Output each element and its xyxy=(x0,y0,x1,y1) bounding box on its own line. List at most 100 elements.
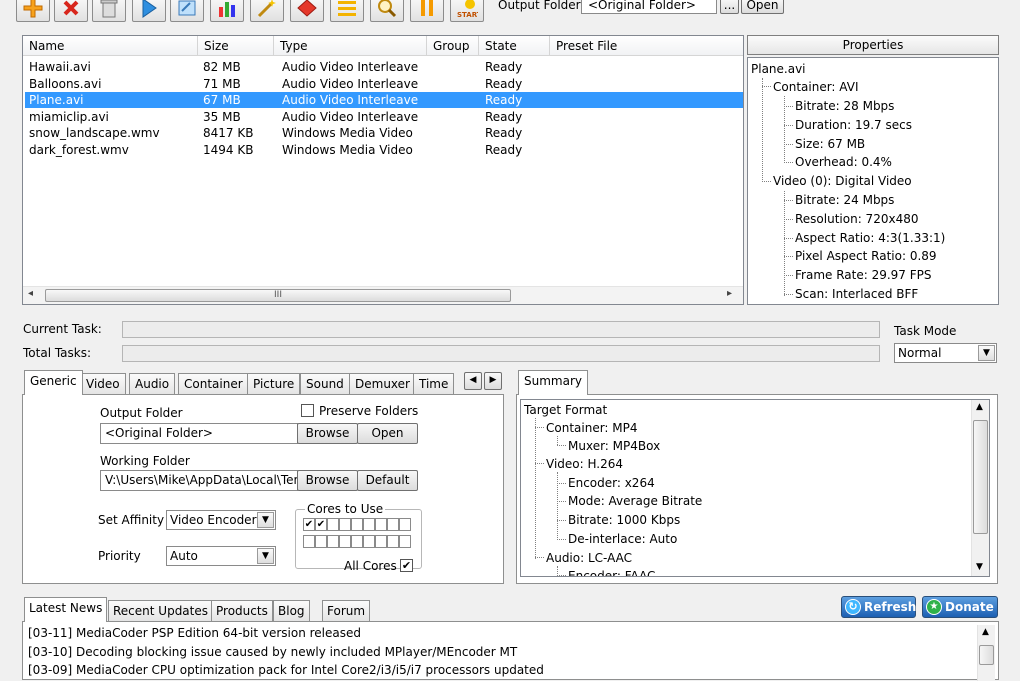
prop-video[interactable]: Video (0): Digital Video xyxy=(773,173,912,189)
tab-video[interactable]: Video xyxy=(80,373,126,394)
donate-button[interactable]: ★ Donate xyxy=(922,596,998,618)
stats-button[interactable] xyxy=(210,0,244,22)
news-item[interactable]: [03-09] MediaCoder CPU optimization pack… xyxy=(28,663,544,677)
summary-video-item[interactable]: Encoder: x264 xyxy=(568,475,655,491)
core-checkbox[interactable] xyxy=(327,535,339,548)
tab-picture[interactable]: Picture xyxy=(247,373,301,394)
core-checkbox[interactable] xyxy=(327,518,339,531)
refresh-button[interactable]: ↻ Refresh xyxy=(841,596,916,618)
gen-browse-button[interactable]: Browse xyxy=(297,423,358,444)
core-checkbox[interactable] xyxy=(339,518,351,531)
search-button[interactable] xyxy=(370,0,404,22)
scroll-up-arrow-icon[interactable]: ▲ xyxy=(982,627,989,637)
tab-audio[interactable]: Audio xyxy=(129,373,176,394)
summary-video-item[interactable]: Bitrate: 1000 Kbps xyxy=(568,512,680,528)
news-vscrollbar[interactable]: ▲ xyxy=(977,625,995,681)
tab-sound[interactable]: Sound xyxy=(300,373,350,394)
dropdown-arrow-icon[interactable]: ▼ xyxy=(257,512,274,528)
core-checkbox[interactable] xyxy=(339,535,351,548)
prop-video-item[interactable]: Scan: Interlaced BFF xyxy=(795,286,918,302)
tools-button[interactable] xyxy=(290,0,324,22)
tab-recent-updates[interactable]: Recent Updates xyxy=(108,600,213,621)
hscroll-thumb[interactable]: III xyxy=(45,289,511,302)
file-row[interactable]: Balloons.avi 71 MB Audio Video Interleave R… xyxy=(25,76,743,92)
tab-time[interactable]: Time xyxy=(413,373,455,394)
open-folder-button[interactable]: Open xyxy=(741,0,784,14)
summary-video-item[interactable]: Mode: Average Bitrate xyxy=(568,493,702,509)
wizard-button[interactable] xyxy=(250,0,284,22)
gen-output-folder-field[interactable]: <Original Folder> xyxy=(100,423,298,444)
file-row[interactable]: snow_landscape.wmv 8417 KB Windows Media V… xyxy=(25,125,743,141)
prop-video-item[interactable]: Aspect Ratio: 4:3(1.33:1) xyxy=(795,230,945,246)
properties-tree[interactable]: Plane.avi Container: AVI Bitrate: 28 Mbp… xyxy=(747,57,999,305)
working-default-button[interactable]: Default xyxy=(357,470,418,491)
core-checkbox[interactable] xyxy=(351,518,363,531)
remove-button[interactable] xyxy=(54,0,88,22)
prop-video-item[interactable]: Frame Rate: 29.97 FPS xyxy=(795,267,932,283)
column-type[interactable]: Type xyxy=(274,36,427,56)
core-checkbox[interactable] xyxy=(399,535,411,548)
tab-generic[interactable]: Generic xyxy=(24,370,83,395)
column-state[interactable]: State xyxy=(479,36,550,56)
file-row[interactable]: Hawaii.avi 82 MB Audio Video Interleave Rea… xyxy=(25,59,743,75)
prop-video-item[interactable]: Resolution: 720x480 xyxy=(795,211,918,227)
tab-latest-news[interactable]: Latest News xyxy=(24,597,108,622)
summary-audio[interactable]: Audio: LC-AAC xyxy=(546,550,632,566)
prop-container-item[interactable]: Bitrate: 28 Mbps xyxy=(795,98,894,114)
task-mode-select[interactable]: Normal ▼ xyxy=(894,343,997,363)
scroll-left-arrow-icon[interactable]: ◂ xyxy=(28,288,33,299)
core-checkbox[interactable] xyxy=(315,535,327,548)
file-list-hscrollbar[interactable]: ◂ III ▸ xyxy=(23,286,743,304)
start-button[interactable]: START xyxy=(450,0,484,22)
scroll-right-arrow-icon[interactable]: ▸ xyxy=(727,288,732,299)
core-checkbox[interactable] xyxy=(375,535,387,548)
column-preset-file[interactable]: Preset File xyxy=(550,36,743,56)
core-checkbox[interactable] xyxy=(387,535,399,548)
prop-container-item[interactable]: Size: 67 MB xyxy=(795,136,865,152)
news-item[interactable]: [03-10] Decoding blocking issue caused b… xyxy=(28,645,517,659)
prop-container-item[interactable]: Duration: 19.7 secs xyxy=(795,117,912,133)
gen-open-button[interactable]: Open xyxy=(357,423,418,444)
column-group[interactable]: Group xyxy=(427,36,479,56)
output-folder-field[interactable]: <Original Folder> xyxy=(581,0,717,14)
summary-scroll-thumb[interactable] xyxy=(973,420,988,534)
file-row[interactable]: Plane.avi 67 MB Audio Video Interleave Read… xyxy=(25,92,743,108)
summary-container[interactable]: Container: MP4 xyxy=(546,420,638,436)
working-browse-button[interactable]: Browse xyxy=(297,470,358,491)
scroll-up-arrow-icon[interactable]: ▲ xyxy=(976,402,983,412)
news-item[interactable]: [03-11] MediaCoder PSP Edition 64-bit ve… xyxy=(28,626,361,640)
browse-folder-button[interactable]: ... xyxy=(720,0,739,14)
dropdown-arrow-icon[interactable]: ▼ xyxy=(257,548,274,564)
column-size[interactable]: Size xyxy=(198,36,274,56)
file-list[interactable]: Name Size Type Group State Preset File H… xyxy=(22,35,744,305)
core-checkbox[interactable] xyxy=(387,518,399,531)
core-checkbox[interactable] xyxy=(363,518,375,531)
summary-tree[interactable]: Target Format Container: MP4 Muxer: MP4B… xyxy=(520,399,990,577)
core-checkbox[interactable] xyxy=(375,518,387,531)
summary-audio-encoder[interactable]: Encoder: FAAC xyxy=(568,568,655,576)
tab-forum[interactable]: Forum xyxy=(322,600,371,621)
core-checkbox[interactable] xyxy=(303,535,315,548)
file-row[interactable]: miamiclip.avi 35 MB Audio Video Interleave… xyxy=(25,109,743,125)
summary-video[interactable]: Video: H.264 xyxy=(546,456,623,472)
tab-container[interactable]: Container xyxy=(178,373,249,394)
summary-vscrollbar[interactable]: ▲ ▼ xyxy=(971,400,989,576)
preserve-folders-checkbox[interactable] xyxy=(301,404,314,417)
summary-root[interactable]: Target Format xyxy=(524,402,607,418)
news-scroll-thumb[interactable] xyxy=(979,645,994,665)
working-folder-field[interactable]: V:\Users\Mike\AppData\Local\Tem xyxy=(100,470,298,491)
list-button[interactable] xyxy=(330,0,364,22)
tab-summary[interactable]: Summary xyxy=(518,370,588,395)
prop-root[interactable]: Plane.avi xyxy=(751,61,806,77)
dropdown-arrow-icon[interactable]: ▼ xyxy=(978,345,995,361)
open-button[interactable] xyxy=(170,0,204,22)
file-row[interactable]: dark_forest.wmv 1494 KB Windows Media Vide… xyxy=(25,142,743,158)
prop-container[interactable]: Container: AVI xyxy=(773,79,858,95)
pause-button[interactable] xyxy=(410,0,444,22)
prop-video-item[interactable]: Pixel Aspect Ratio: 0.89 xyxy=(795,248,937,264)
core-checkbox[interactable] xyxy=(363,535,375,548)
tab-blog[interactable]: Blog xyxy=(273,600,310,621)
priority-select[interactable]: Auto ▼ xyxy=(166,546,276,566)
add-files-button[interactable] xyxy=(16,0,50,22)
prop-container-item[interactable]: Overhead: 0.4% xyxy=(795,154,892,170)
